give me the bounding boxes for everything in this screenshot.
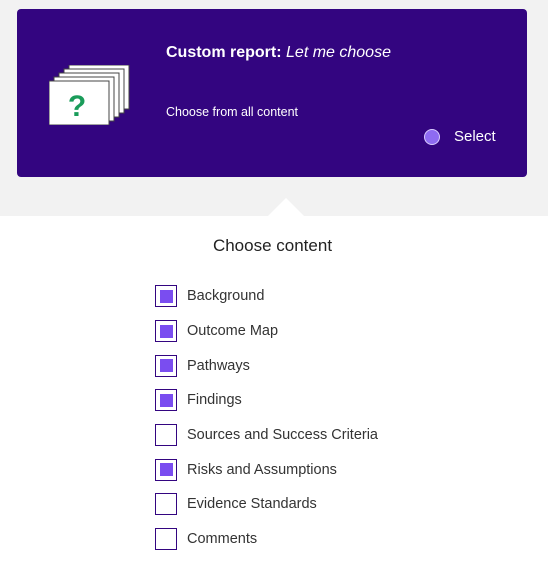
checkbox-check-mark bbox=[159, 393, 173, 407]
checkbox-check-mark bbox=[159, 289, 173, 303]
content-checkbox[interactable] bbox=[155, 389, 177, 412]
panel-pointer-arrow bbox=[268, 198, 304, 216]
content-option-label: Findings bbox=[187, 392, 242, 409]
content-option-label: Comments bbox=[187, 531, 258, 548]
content-checkbox[interactable] bbox=[155, 320, 177, 343]
report-subtitle: Choose from all content bbox=[166, 105, 299, 119]
content-option-label: Evidence Standards bbox=[187, 496, 317, 513]
choose-content-heading: Choose content bbox=[212, 236, 333, 255]
content-option-evidence-standards[interactable]: Evidence Standards bbox=[155, 487, 378, 522]
checkbox-check-mark bbox=[159, 324, 173, 338]
content-option-sources-and-success-criteria[interactable]: Sources and Success Criteria bbox=[155, 418, 378, 453]
select-label: Select bbox=[454, 128, 496, 145]
document-stack-question-icon: ? bbox=[49, 65, 130, 125]
content-option-label: Sources and Success Criteria bbox=[187, 427, 378, 444]
report-title-prefix: Custom report: bbox=[166, 44, 282, 61]
content-checklist: Background Outcome Map Pathways Findings Sou… bbox=[155, 279, 378, 557]
select-radio-option[interactable]: Select bbox=[424, 128, 496, 145]
content-checkbox[interactable] bbox=[155, 528, 177, 551]
content-option-findings[interactable]: Findings bbox=[155, 383, 378, 418]
content-checkbox[interactable] bbox=[155, 354, 177, 377]
content-option-background[interactable]: Background bbox=[155, 279, 378, 314]
custom-report-card[interactable]: ? Custom report: Let me choose Choose fr… bbox=[17, 9, 527, 177]
content-option-label: Outcome Map bbox=[187, 323, 279, 340]
content-checkbox[interactable] bbox=[155, 458, 177, 481]
content-option-pathways[interactable]: Pathways bbox=[155, 348, 378, 383]
content-option-label: Pathways bbox=[187, 357, 250, 374]
content-option-outcome-map[interactable]: Outcome Map bbox=[155, 314, 378, 349]
select-radio-button[interactable] bbox=[424, 128, 440, 145]
content-option-label: Risks and Assumptions bbox=[187, 461, 337, 478]
content-option-comments[interactable]: Comments bbox=[155, 522, 378, 557]
report-option-band: ? Custom report: Let me choose Choose fr… bbox=[0, 0, 548, 216]
content-checkbox[interactable] bbox=[155, 285, 177, 308]
svg-text:?: ? bbox=[68, 90, 86, 123]
report-title-name: Let me choose bbox=[286, 44, 391, 61]
content-checkbox[interactable] bbox=[155, 493, 177, 516]
content-checkbox[interactable] bbox=[155, 424, 177, 447]
report-title: Custom report: Let me choose bbox=[166, 44, 391, 62]
content-option-risks-and-assumptions[interactable]: Risks and Assumptions bbox=[155, 452, 378, 487]
checkbox-check-mark bbox=[159, 463, 173, 477]
checkbox-check-mark bbox=[159, 359, 173, 373]
content-option-label: Background bbox=[187, 288, 265, 305]
